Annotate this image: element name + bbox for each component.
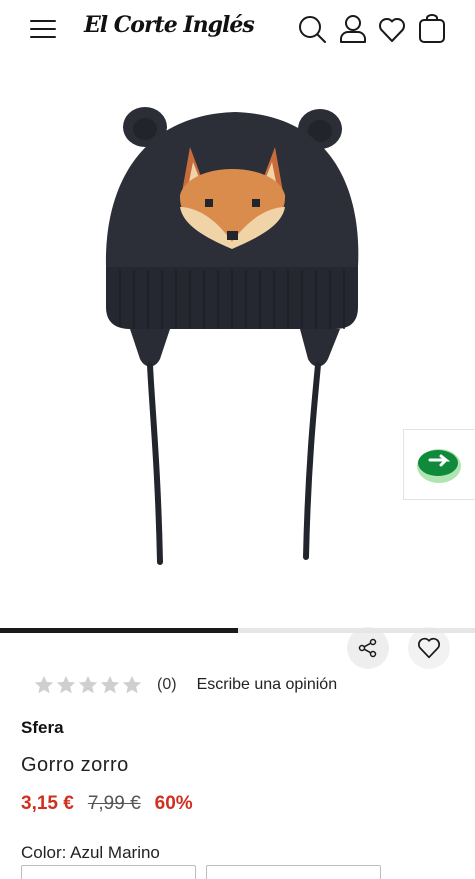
brand-name[interactable]: Sfera [21,718,64,738]
product-image[interactable] [100,107,370,572]
current-price: 3,15 € [21,793,74,814]
top-header: El Corte Inglés [0,0,475,62]
user-icon[interactable] [339,14,367,44]
color-option[interactable] [21,865,196,879]
product-gallery[interactable] [0,62,475,669]
rating-row: (0) Escribe una opinión [33,673,337,697]
search-icon[interactable] [298,14,326,44]
rating-stars[interactable] [33,674,143,696]
star-icon [100,675,120,694]
review-count: (0) [157,676,177,693]
star-icon [78,675,98,694]
heart-icon [418,637,440,659]
color-option[interactable] [206,865,381,879]
add-to-wishlist-button[interactable] [408,627,450,669]
menu-icon[interactable] [30,18,56,40]
gallery-progress-fill [0,628,238,633]
chat-widget[interactable] [403,429,475,500]
chat-bubble-icon [417,449,461,483]
color-label: Color: Azul Marino [21,843,160,862]
discount-badge: 60% [154,793,193,814]
share-icon [358,638,377,658]
star-icon [34,675,54,694]
product-title: Gorro zorro [21,754,129,776]
star-icon [122,675,142,694]
bag-icon[interactable] [418,14,446,44]
star-icon [56,675,76,694]
price-row: 3,15 € 7,99 € 60% [21,793,193,815]
heart-icon[interactable] [378,14,406,44]
brand-logo[interactable]: El Corte Inglés [84,12,255,38]
write-review-link[interactable]: Escribe una opinión [197,676,338,694]
original-price: 7,99 € [87,793,141,814]
share-button[interactable] [347,627,389,669]
gallery-progress [0,628,475,633]
